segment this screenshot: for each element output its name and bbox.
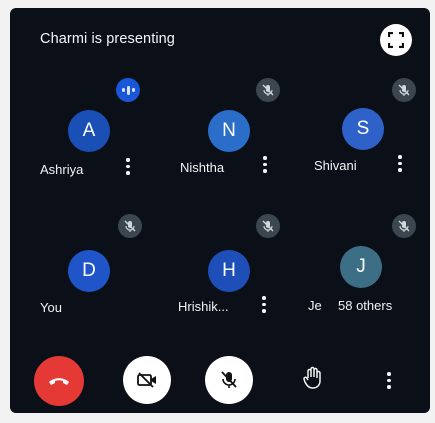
camera-off-icon — [137, 372, 156, 388]
raise-hand-button[interactable] — [295, 360, 331, 396]
mic-off-icon — [118, 214, 142, 238]
mic-off-icon — [256, 78, 280, 102]
others-count: 58 others — [338, 298, 393, 313]
participant-tile-you[interactable]: D You — [30, 214, 160, 315]
mic-off-button[interactable] — [205, 356, 253, 404]
speaking-indicator-icon — [116, 78, 140, 102]
more-options-icon[interactable] — [263, 156, 267, 174]
mic-off-icon — [256, 214, 280, 238]
participant-name: Shivani — [314, 158, 357, 173]
fullscreen-button[interactable] — [380, 24, 412, 56]
end-call-button[interactable] — [34, 356, 84, 406]
camera-off-button[interactable] — [123, 356, 171, 404]
avatar: A — [68, 110, 110, 152]
participant-tile-hrishik[interactable]: H Hrishik... — [170, 214, 300, 314]
avatar: S — [342, 108, 384, 150]
participant-name: Hrishik... — [178, 299, 229, 314]
participant-tile-nishtha[interactable]: N Nishtha — [170, 78, 300, 175]
participant-name: Je — [308, 298, 322, 313]
meeting-screen: Charmi is presenting A Ashriya N Nishtha… — [10, 8, 430, 413]
participant-name: Nishtha — [180, 160, 225, 175]
mic-off-icon — [392, 78, 416, 102]
more-options-icon[interactable] — [126, 158, 130, 176]
fullscreen-icon — [388, 32, 404, 48]
avatar: N — [208, 110, 250, 152]
participant-tile-others[interactable]: J Je 58 others — [300, 214, 430, 313]
presenting-label: Charmi is presenting — [40, 31, 175, 47]
participant-name: You — [40, 300, 62, 315]
participant-name: Ashriya — [40, 162, 84, 177]
mic-off-icon — [392, 214, 416, 238]
avatar: J — [340, 246, 382, 288]
raise-hand-icon — [303, 366, 321, 389]
participant-tile-shivani[interactable]: S Shivani — [300, 78, 430, 173]
more-options-icon[interactable] — [262, 296, 266, 314]
more-options-icon[interactable] — [398, 155, 402, 173]
avatar: H — [208, 250, 250, 292]
avatar: D — [68, 250, 110, 292]
participant-tile-ashriya[interactable]: A Ashriya — [30, 78, 160, 177]
more-options-icon[interactable] — [387, 372, 391, 390]
mic-off-icon — [221, 371, 237, 388]
phone-hangup-icon — [49, 378, 69, 385]
